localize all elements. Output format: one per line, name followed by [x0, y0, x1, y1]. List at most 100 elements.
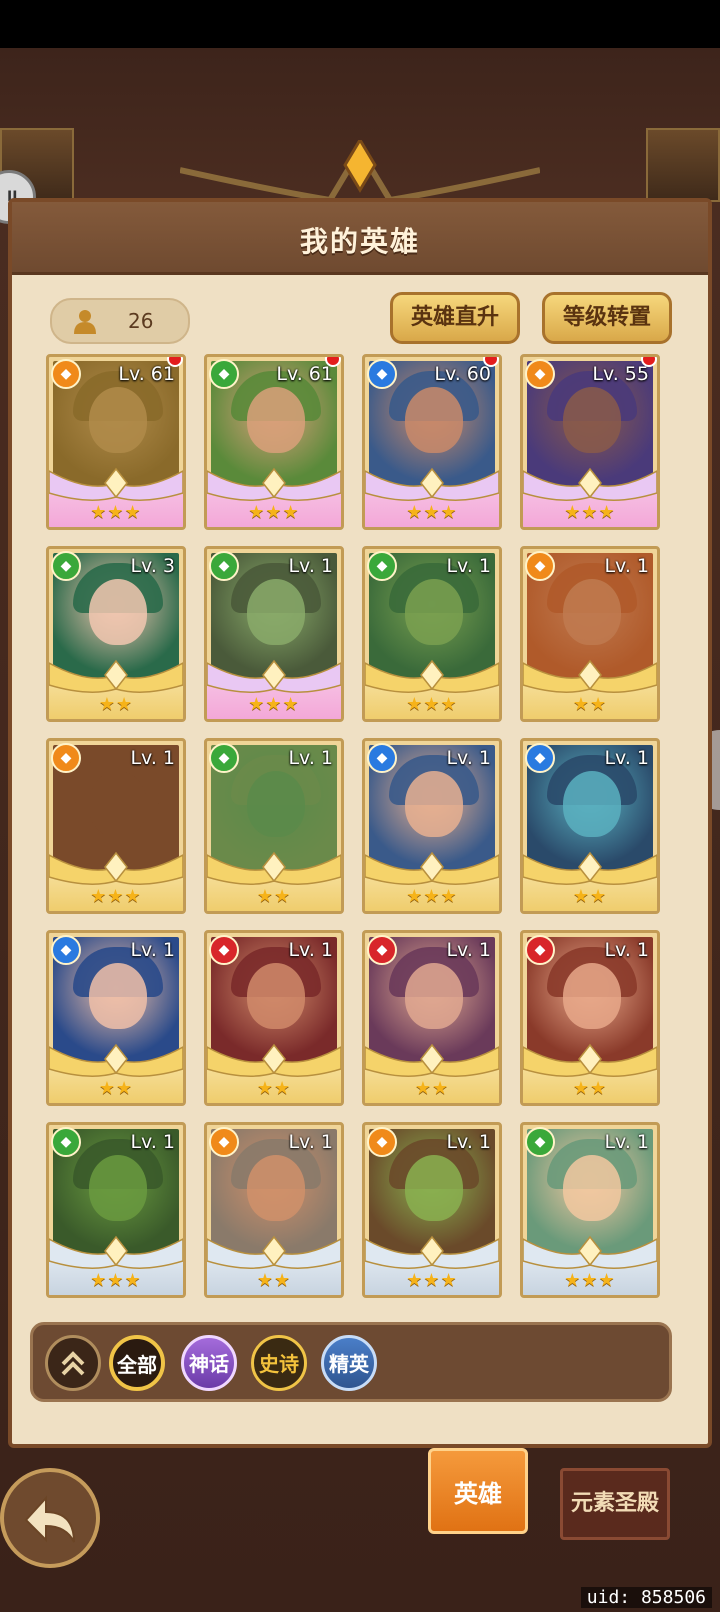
blue-element-icon: ◆ — [367, 743, 397, 773]
notification-dot — [641, 357, 657, 367]
red-element-icon: ◆ — [367, 935, 397, 965]
frame-wings-icon — [523, 1235, 657, 1269]
hero-face — [405, 579, 463, 645]
frame-wings-icon — [365, 1043, 499, 1077]
orange-element-icon: ◆ — [525, 359, 555, 389]
hero-card[interactable]: ◆ Lv. 1 ★★ — [204, 1122, 344, 1298]
frame-wings-icon — [49, 1235, 183, 1269]
hero-rise-button[interactable]: 英雄直升 — [390, 292, 520, 344]
hero-card[interactable]: ◆ Lv. 55 ★★★ — [520, 354, 660, 530]
hero-face — [405, 1155, 463, 1221]
green-element-icon: ◆ — [51, 1127, 81, 1157]
hero-card[interactable]: ◆ Lv. 1 ★★ — [520, 546, 660, 722]
person-icon — [74, 310, 96, 334]
frame-wings-icon — [207, 1235, 341, 1269]
hero-card[interactable]: ◆ Lv. 60 ★★★ — [362, 354, 502, 530]
uid-label: uid: 858506 — [580, 1587, 712, 1608]
level-transfer-button[interactable]: 等级转置 — [542, 292, 672, 344]
filter-epic[interactable]: 史诗 — [251, 1335, 307, 1391]
hero-level: Lv. 1 — [604, 747, 649, 769]
hero-face — [405, 387, 463, 453]
star-rating: ★★ — [256, 1078, 292, 1099]
hero-card[interactable]: ◆ Lv. 1 ★★★ — [46, 738, 186, 914]
hero-level: Lv. 61 — [276, 363, 333, 385]
frame-wings-icon — [365, 851, 499, 885]
frame-wings-icon — [49, 851, 183, 885]
orange-element-icon: ◆ — [525, 551, 555, 581]
hero-level: Lv. 1 — [130, 939, 175, 961]
hero-card[interactable]: ◆ Lv. 1 ★★ — [204, 738, 344, 914]
green-element-icon: ◆ — [209, 551, 239, 581]
hero-face — [247, 771, 305, 837]
collapse-button[interactable] — [45, 1335, 101, 1391]
star-rating: ★★★ — [90, 502, 142, 523]
blue-element-icon: ◆ — [367, 359, 397, 389]
hero-card[interactable]: ◆ Lv. 1 ★★★ — [204, 546, 344, 722]
hero-level: Lv. 1 — [446, 747, 491, 769]
filter-elite[interactable]: 精英 — [321, 1335, 377, 1391]
hero-face — [563, 387, 621, 453]
hero-card[interactable]: ◆ Lv. 1 ★★★ — [46, 1122, 186, 1298]
frame-wings-icon — [207, 1043, 341, 1077]
hero-card[interactable]: ◆ Lv. 1 ★★ — [520, 930, 660, 1106]
hero-count-value: 26 — [128, 309, 154, 333]
chevron-up-icon — [61, 1351, 85, 1376]
hero-card[interactable]: ◆ Lv. 1 ★★ — [46, 930, 186, 1106]
star-rating: ★★★ — [406, 694, 458, 715]
frame-wings-icon — [49, 467, 183, 501]
orange-element-icon: ◆ — [51, 359, 81, 389]
hero-face — [89, 579, 147, 645]
hero-face — [405, 963, 463, 1029]
hero-card[interactable]: ◆ Lv. 1 ★★★ — [362, 1122, 502, 1298]
green-element-icon: ◆ — [525, 1127, 555, 1157]
hero-face — [563, 771, 621, 837]
orange-element-icon: ◆ — [367, 1127, 397, 1157]
back-arrow-icon — [24, 1495, 75, 1543]
hero-level: Lv. 1 — [446, 939, 491, 961]
hero-card[interactable]: ◆ Lv. 1 ★★★ — [362, 738, 502, 914]
filter-myth[interactable]: 神话 — [181, 1335, 237, 1391]
frame-wings-icon — [49, 1043, 183, 1077]
hero-level: Lv. 1 — [288, 555, 333, 577]
star-rating: ★★★ — [248, 502, 300, 523]
hero-card[interactable]: ◆ Lv. 1 ★★ — [204, 930, 344, 1106]
status-bar — [0, 0, 720, 48]
hero-card[interactable]: ◆ Lv. 1 ★★ — [362, 930, 502, 1106]
back-button[interactable] — [0, 1468, 100, 1568]
filter-bar: 全部 神话 史诗 精英 — [30, 1322, 672, 1402]
right-pillar-decoration — [646, 128, 720, 202]
hero-card[interactable]: ◆ Lv. 61 ★★★ — [204, 354, 344, 530]
hero-card[interactable]: ◆ Lv. 1 ★★ — [520, 738, 660, 914]
filter-all[interactable]: 全部 — [109, 1335, 165, 1391]
hero-card[interactable]: ◆ Lv. 1 ★★★ — [520, 1122, 660, 1298]
star-rating: ★★★ — [406, 502, 458, 523]
frame-wings-icon — [207, 851, 341, 885]
hero-level: Lv. 1 — [446, 555, 491, 577]
hero-face — [405, 771, 463, 837]
star-rating: ★★ — [256, 1270, 292, 1291]
frame-wings-icon — [523, 659, 657, 693]
green-element-icon: ◆ — [209, 359, 239, 389]
hero-face — [247, 1155, 305, 1221]
frame-wings-icon — [523, 851, 657, 885]
tab-hero[interactable]: 英雄 — [428, 1448, 528, 1534]
red-element-icon: ◆ — [525, 935, 555, 965]
hero-card[interactable]: ◆ Lv. 61 ★★★ — [46, 354, 186, 530]
blue-element-icon: ◆ — [51, 935, 81, 965]
hero-level: Lv. 1 — [130, 747, 175, 769]
star-rating: ★★ — [98, 1078, 134, 1099]
frame-wings-icon — [49, 659, 183, 693]
hero-card[interactable]: ◆ Lv. 1 ★★★ — [362, 546, 502, 722]
green-element-icon: ◆ — [209, 743, 239, 773]
star-rating: ★★★ — [248, 694, 300, 715]
hero-level: Lv. 55 — [592, 363, 649, 385]
hero-level: Lv. 3 — [130, 555, 175, 577]
hero-level: Lv. 61 — [118, 363, 175, 385]
tab-element-temple[interactable]: 元素圣殿 — [560, 1468, 670, 1540]
hero-count: 26 — [50, 298, 190, 344]
hero-level: Lv. 1 — [604, 939, 649, 961]
star-rating: ★★★ — [406, 886, 458, 907]
star-rating: ★★★ — [90, 1270, 142, 1291]
hero-level: Lv. 1 — [604, 1131, 649, 1153]
hero-card[interactable]: ◆ Lv. 3 ★★ — [46, 546, 186, 722]
